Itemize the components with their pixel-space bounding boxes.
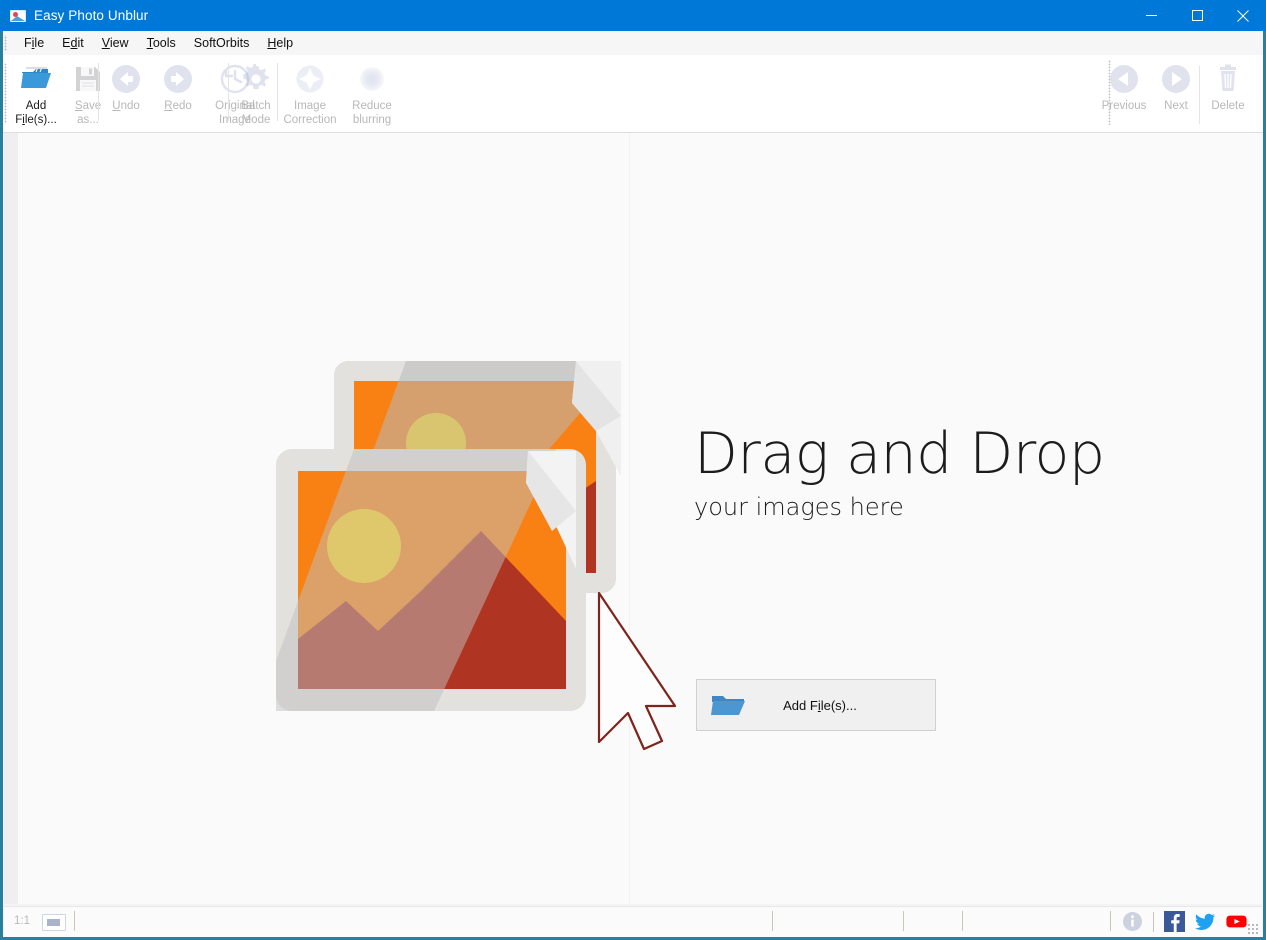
maximize-icon bbox=[1192, 10, 1203, 21]
menu-item-softorbits[interactable]: SoftOrbits bbox=[185, 33, 259, 53]
title-bar[interactable]: Easy Photo Unblur bbox=[0, 0, 1266, 31]
close-button[interactable] bbox=[1220, 0, 1266, 31]
info-circle-icon[interactable] bbox=[1122, 911, 1143, 932]
blur-circle-icon bbox=[356, 63, 388, 95]
status-separator-5 bbox=[1153, 912, 1154, 932]
open-folder-blue-icon bbox=[20, 63, 52, 95]
application-window: Easy Photo Unblur File Ed bbox=[0, 0, 1266, 940]
image-thumbnail-icon[interactable] bbox=[42, 914, 66, 931]
toolbar-group-batch: BatchMode bbox=[230, 58, 282, 128]
status-separator-4 bbox=[1110, 911, 1111, 931]
arrow-right-circle-icon bbox=[162, 63, 194, 95]
toolbar-button-delete[interactable]: Delete bbox=[1202, 58, 1254, 113]
menu-item-tools[interactable]: Tools bbox=[138, 33, 185, 53]
gear-icon bbox=[240, 63, 272, 95]
toolbar-group-effects: ImageCorrection Re bbox=[279, 58, 403, 128]
close-icon bbox=[1237, 10, 1249, 22]
status-separator-1 bbox=[772, 911, 773, 931]
window-title: Easy Photo Unblur bbox=[34, 8, 148, 23]
maximize-button[interactable] bbox=[1174, 0, 1220, 31]
toolbar-right-drag-grip[interactable] bbox=[1108, 60, 1112, 125]
arrow-left-circle-icon bbox=[110, 63, 142, 95]
menu-item-help[interactable]: Help bbox=[258, 33, 302, 53]
menu-item-file[interactable]: File bbox=[15, 33, 53, 53]
status-separator-2 bbox=[903, 911, 904, 931]
status-social-links bbox=[1122, 911, 1247, 932]
arrow-right-circle-icon bbox=[1160, 63, 1192, 95]
drag-drop-illustration bbox=[276, 361, 678, 756]
status-separator-0 bbox=[74, 911, 75, 931]
menu-bar: File Edit View Tools SoftOrbits Help bbox=[0, 31, 1266, 56]
window-controls bbox=[1128, 0, 1266, 31]
add-files-button[interactable]: Add File(s)... bbox=[696, 679, 936, 731]
toolbar-label-image-correction: ImageCorrection bbox=[283, 99, 336, 127]
arrow-left-circle-icon bbox=[1108, 63, 1140, 95]
toolbar-separator-2 bbox=[228, 63, 229, 121]
minimize-icon bbox=[1146, 10, 1157, 21]
main-toolbar: AddFile(s)... Saveas... bbox=[0, 55, 1266, 133]
status-bar: 1:1 bbox=[4, 906, 1262, 937]
drop-zone-subtitle: your images here bbox=[694, 493, 1214, 521]
toolbar-label-redo: Redo bbox=[164, 99, 192, 113]
toolbar-separator-4 bbox=[1199, 66, 1200, 124]
status-zoom-level: 1:1 bbox=[14, 915, 30, 927]
toolbar-button-reduce-blurring[interactable]: Reduceblurring bbox=[341, 58, 403, 127]
toolbar-label-delete: Delete bbox=[1211, 99, 1244, 113]
facebook-icon[interactable] bbox=[1164, 911, 1185, 932]
toolbar-label-reduce-blurring: Reduceblurring bbox=[352, 99, 392, 127]
status-separator-3 bbox=[962, 911, 963, 931]
toolbar-label-undo: Undo bbox=[112, 99, 140, 113]
toolbar-button-undo[interactable]: Undo bbox=[100, 58, 152, 113]
drop-zone[interactable]: Drag and Drop your images here Add File(… bbox=[4, 133, 1262, 904]
starburst-icon bbox=[294, 63, 326, 95]
toolbar-button-batch-mode[interactable]: BatchMode bbox=[230, 58, 282, 127]
toolbar-button-redo[interactable]: Redo bbox=[152, 58, 204, 113]
toolbar-button-image-correction[interactable]: ImageCorrection bbox=[279, 58, 341, 127]
toolbar-label-add-files: AddFile(s)... bbox=[15, 99, 57, 127]
toolbar-group-navigation: Previous Next bbox=[1098, 58, 1254, 128]
menu-item-edit[interactable]: Edit bbox=[53, 33, 93, 53]
toolbar-separator-3 bbox=[277, 63, 278, 121]
menu-item-view[interactable]: View bbox=[93, 33, 138, 53]
trash-can-icon bbox=[1212, 63, 1244, 95]
app-icon bbox=[10, 8, 26, 24]
toolbar-label-next: Next bbox=[1164, 99, 1188, 113]
twitter-bird-icon[interactable] bbox=[1195, 911, 1216, 932]
drop-zone-title: Drag and Drop bbox=[694, 421, 1214, 487]
youtube-icon[interactable] bbox=[1226, 911, 1247, 932]
minimize-button[interactable] bbox=[1128, 0, 1174, 31]
toolbar-button-next[interactable]: Next bbox=[1150, 58, 1202, 113]
toolbar-label-batch-mode: BatchMode bbox=[241, 99, 270, 127]
open-folder-blue-icon bbox=[711, 692, 745, 718]
add-files-button-label: Add File(s)... bbox=[745, 698, 935, 713]
drop-zone-text: Drag and Drop your images here bbox=[694, 421, 1214, 521]
toolbar-separator-1 bbox=[98, 63, 99, 121]
image-canvas: Drag and Drop your images here Add File(… bbox=[4, 133, 1262, 904]
window-border-left bbox=[0, 31, 3, 940]
menu-drag-grip[interactable] bbox=[3, 35, 12, 51]
toolbar-button-previous[interactable]: Previous bbox=[1098, 58, 1150, 113]
resize-grip-icon[interactable] bbox=[1247, 923, 1259, 935]
toolbar-button-add-files[interactable]: AddFile(s)... bbox=[10, 58, 62, 127]
